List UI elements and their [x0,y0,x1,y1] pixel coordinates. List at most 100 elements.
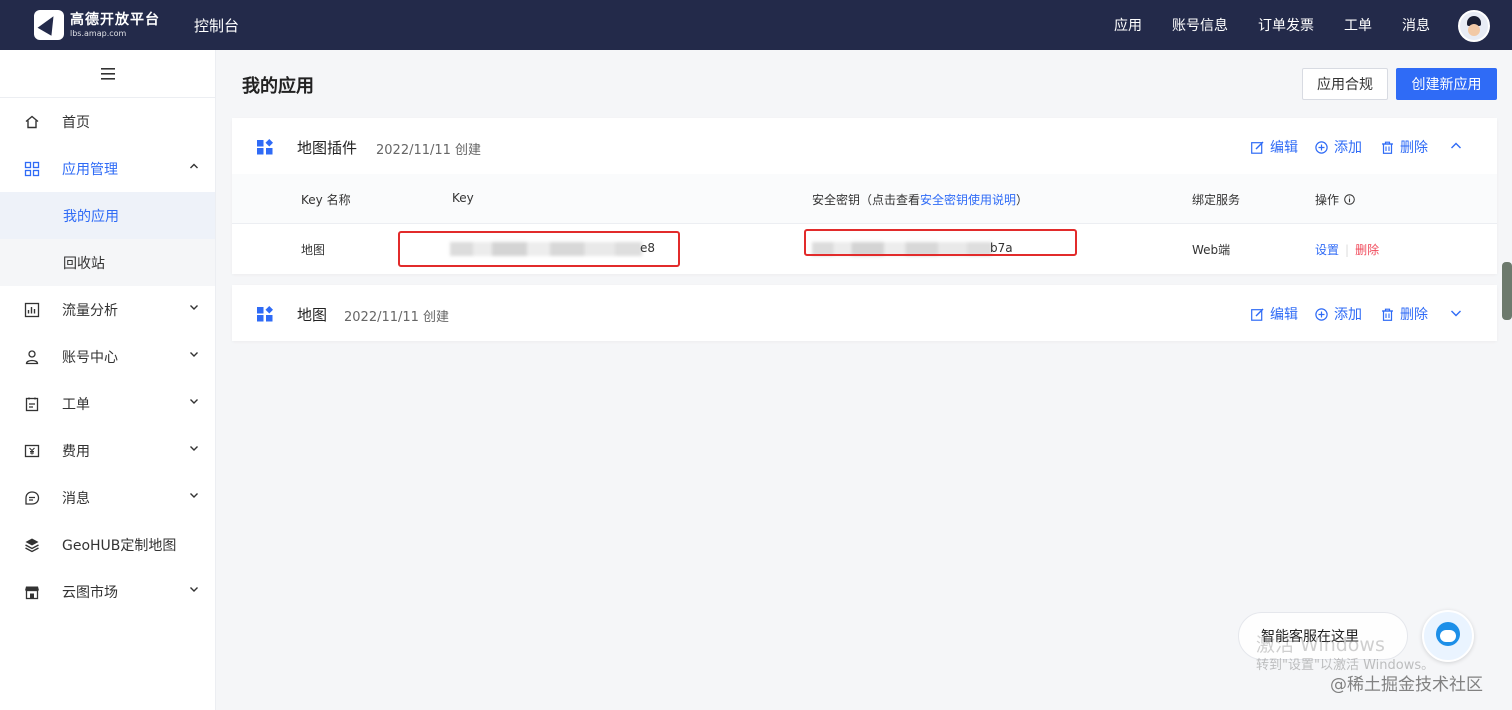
table-row: 地图 e8 b7a Web端 设置 | 删除 [232,224,1497,274]
delete-key-link[interactable]: 删除 [1355,243,1379,257]
add-button[interactable]: 添加 [1315,137,1362,157]
money-icon [24,443,40,459]
app-name: 地图 [297,306,328,324]
topnav-apps[interactable]: 应用 [1114,15,1142,35]
key-table-header: Key 名称 Key 安全密钥（点击查看安全密钥使用说明） 绑定服务 操作 [232,174,1497,224]
sidebar-item-geohub[interactable]: GeoHUB定制地图 [0,521,215,568]
brand-name: 高德开放平台 [70,11,160,28]
app-card-header: 地图插件 2022/11/11 创建 编辑 添加 删除 [232,118,1497,174]
scrollbar-thumb[interactable] [1502,262,1512,320]
delete-label: 删除 [1400,307,1428,323]
plus-circle-icon [1315,307,1328,321]
sidebar-item-messages[interactable]: 消息 [0,474,215,521]
chevron-down-icon [190,493,198,498]
sidebar-item-recycle-bin[interactable]: 回收站 [0,239,215,286]
op-divider: | [1345,243,1350,257]
layers-icon [24,537,40,553]
plus-circle-icon [1315,140,1328,154]
settings-link[interactable]: 设置 [1315,243,1339,257]
sidebar: 首页 应用管理 我的应用 回收站 流量分析 账号中心 工单 费用 消息 GeoH… [0,50,216,710]
sidebar-item-cloud-market[interactable]: 云图市场 [0,568,215,615]
edit-label: 编辑 [1270,307,1298,323]
topnav-orders[interactable]: 订单发票 [1258,15,1314,35]
chevron-down-icon [190,587,198,592]
chevron-down-icon [190,446,198,451]
edit-icon [1251,141,1264,154]
sidebar-item-label: GeoHUB定制地图 [62,537,177,554]
app-created-date: 2022/11/11 创建 [344,310,450,325]
sidebar-item-label: 工单 [62,396,90,413]
chevron-down-icon[interactable] [1450,307,1462,319]
hamburger-icon [100,67,115,80]
add-button[interactable]: 添加 [1315,304,1362,324]
app-grid-icon [257,139,273,155]
topnav-account[interactable]: 账号信息 [1172,15,1228,35]
chevron-down-icon [190,352,198,357]
sidebar-item-label: 账号中心 [62,349,118,366]
sidebar-item-label: 首页 [62,114,90,131]
delete-button[interactable]: 删除 [1381,137,1428,157]
console-title[interactable]: 控制台 [194,15,239,36]
row-key-name: 地图 [301,243,326,257]
sidebar-item-label: 流量分析 [62,302,118,319]
brand[interactable]: 高德开放平台 lbs.amap.com [34,10,160,40]
home-icon [24,114,40,130]
amap-logo-icon [34,10,64,40]
sidebar-item-label: 云图市场 [62,584,118,601]
sidebar-item-account[interactable]: 账号中心 [0,333,215,380]
app-compliance-button[interactable]: 应用合规 [1302,68,1388,100]
sidebar-item-home[interactable]: 首页 [0,98,215,145]
top-nav: 应用 账号信息 订单发票 工单 消息 [1084,0,1430,50]
highlight-box-secret [804,229,1077,256]
app-card-header: 地图 2022/11/11 创建 编辑 添加 删除 [232,285,1497,341]
sidebar-item-app-management[interactable]: 应用管理 [0,145,215,192]
sidebar-item-label: 费用 [62,443,90,460]
secret-usage-link[interactable]: 安全密钥使用说明 [920,193,1016,207]
user-icon [24,349,40,365]
edit-button[interactable]: 编辑 [1251,304,1298,324]
create-app-button[interactable]: 创建新应用 [1396,68,1497,100]
chevron-down-icon [190,305,198,310]
chevron-up-icon[interactable] [1450,140,1462,152]
store-icon [24,584,40,600]
brand-subtitle: lbs.amap.com [70,28,127,38]
header-service: 绑定服务 [1192,193,1241,207]
trash-icon [1382,141,1393,154]
menu-toggle[interactable] [0,50,215,98]
header-key-name: Key 名称 [301,193,351,207]
sidebar-item-label: 消息 [62,490,90,507]
sidebar-item-my-apps[interactable]: 我的应用 [0,192,215,239]
clipboard-icon [24,396,40,412]
message-icon [24,490,40,506]
trash-icon [1382,308,1393,321]
top-bar: 高德开放平台 lbs.amap.com 控制台 应用 账号信息 订单发票 工单 … [0,0,1512,50]
app-card: 地图插件 2022/11/11 创建 编辑 添加 删除 Key 名称 Key 安… [232,118,1497,274]
edit-button[interactable]: 编辑 [1251,137,1298,157]
chevron-up-icon [190,163,198,169]
header-key: Key [452,191,474,205]
edit-label: 编辑 [1270,140,1298,156]
chevron-down-icon [190,399,198,404]
delete-label: 删除 [1400,140,1428,156]
topnav-tickets[interactable]: 工单 [1344,15,1372,35]
row-service: Web端 [1192,243,1231,257]
sidebar-item-billing[interactable]: 费用 [0,427,215,474]
header-secret: 安全密钥（点击查看安全密钥使用说明） [812,193,1029,207]
site-watermark: @稀土掘金技术社区 [1330,675,1483,695]
add-label: 添加 [1334,140,1362,156]
edit-icon [1251,308,1264,321]
app-name: 地图插件 [297,139,358,157]
delete-button[interactable]: 删除 [1381,304,1428,324]
page-title: 我的应用 [242,76,314,97]
app-grid-icon [257,306,273,322]
grid-icon [24,161,40,177]
sidebar-item-tickets[interactable]: 工单 [0,380,215,427]
info-icon[interactable] [1344,194,1355,205]
add-label: 添加 [1334,307,1362,323]
user-avatar[interactable] [1458,10,1490,42]
app-card: 地图 2022/11/11 创建 编辑 添加 删除 [232,285,1497,341]
windows-activation-title: 激活 Windows [1256,634,1385,656]
topnav-messages[interactable]: 消息 [1402,15,1430,35]
chart-icon [24,302,40,318]
sidebar-item-traffic[interactable]: 流量分析 [0,286,215,333]
